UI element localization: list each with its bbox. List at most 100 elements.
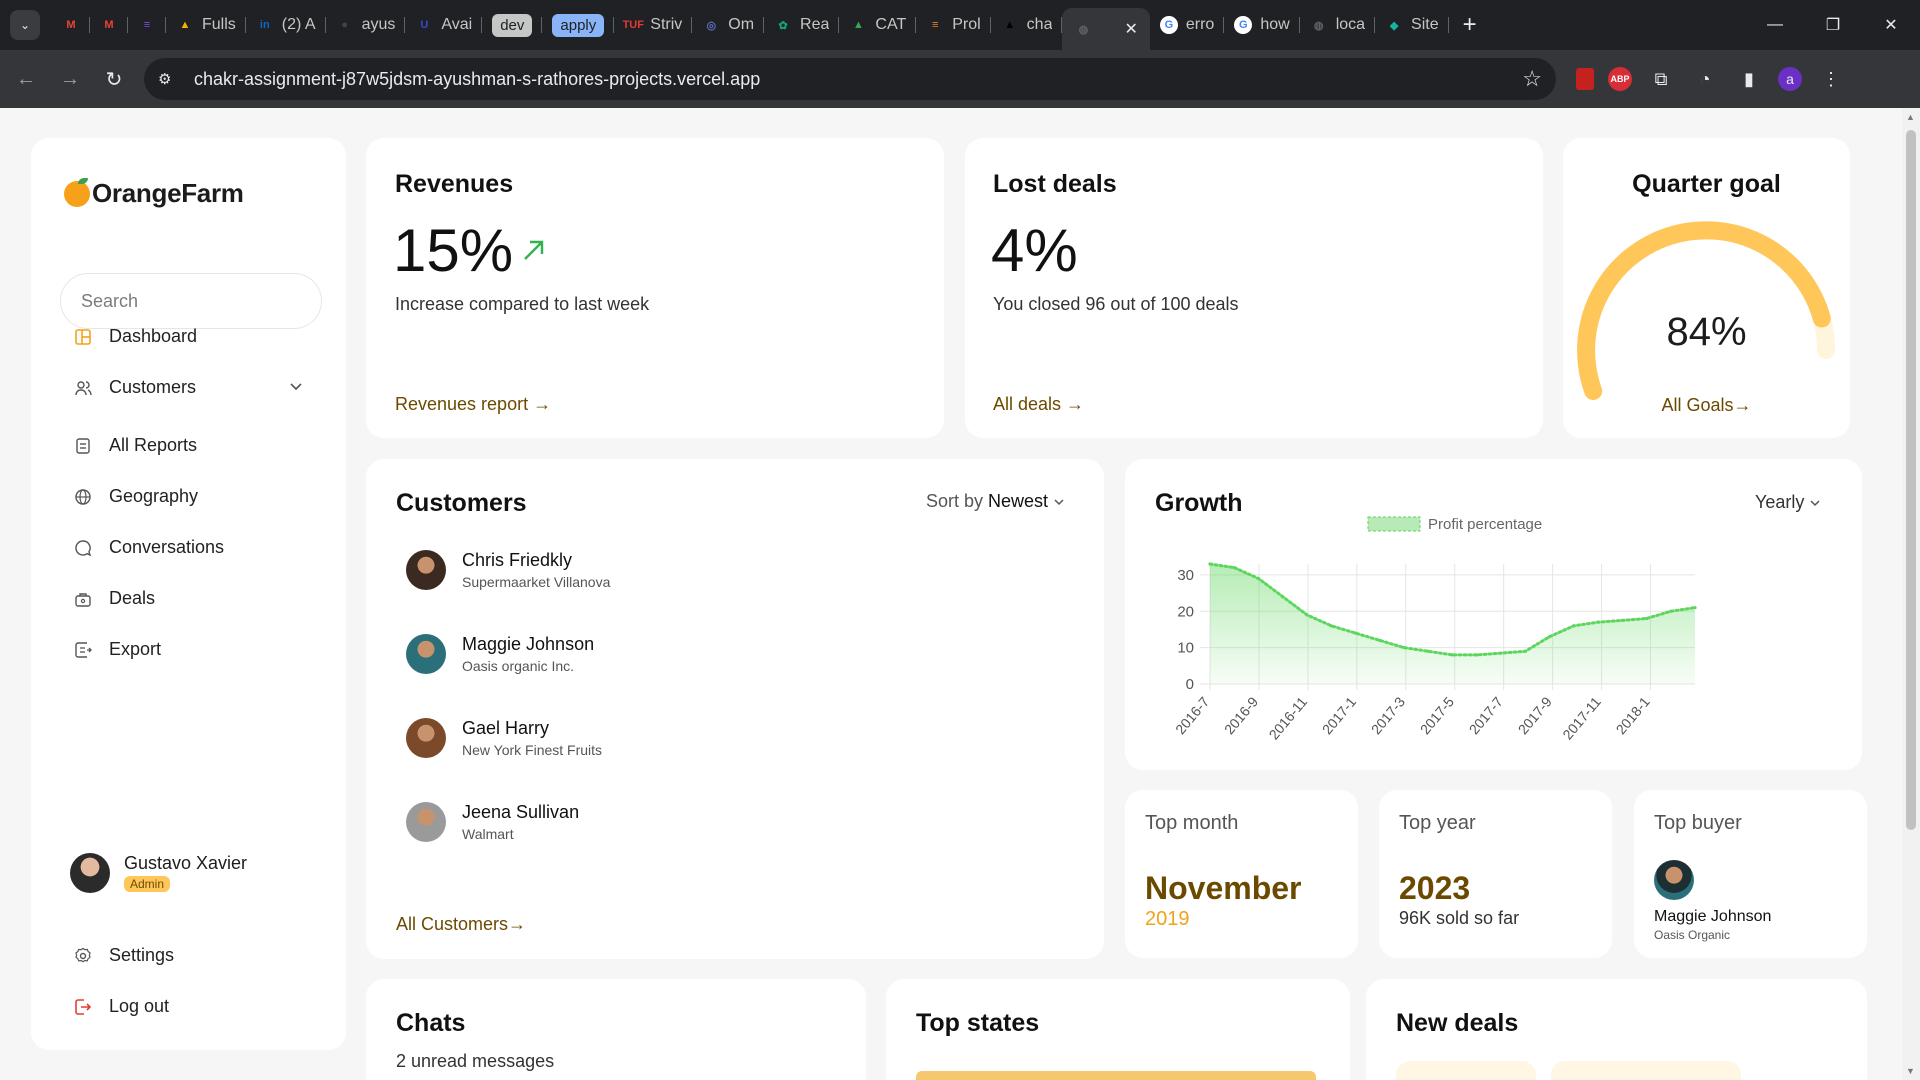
page-scrollbar[interactable]: ▲ ▼ — [1902, 108, 1920, 1080]
card-title: Customers — [396, 489, 527, 517]
data-point — [1572, 624, 1576, 628]
browser-tab[interactable]: ▲ CAT — [839, 6, 917, 44]
revenues-report-link[interactable]: Revenues report → — [395, 394, 551, 415]
github-icon: ● — [341, 19, 348, 31]
tab-group-label[interactable]: apply — [552, 13, 605, 37]
browser-tab[interactable]: U Avai — [405, 6, 483, 44]
omnibox[interactable]: ⚙ chakr-assignment-j87w5jdsm-ayushman-s-… — [144, 58, 1556, 100]
brand-logo[interactable]: OrangeFarm — [64, 177, 244, 209]
tab-title: ayus — [361, 16, 396, 33]
google-icon: G — [1234, 16, 1253, 34]
pdf-extension-icon[interactable] — [1576, 68, 1594, 90]
sidebar-item-label: Dashboard — [109, 326, 198, 346]
scrollbar-thumb[interactable] — [1906, 130, 1916, 830]
sidebar-item-conversations[interactable]: Conversations — [73, 537, 303, 558]
user-profile[interactable]: Gustavo Xavier Admin — [70, 853, 247, 893]
x-tick-label: 2017-5 — [1417, 693, 1457, 737]
sidebar: OrangeFarm Dashboard Customers All Repor… — [31, 138, 346, 1050]
data-point — [1475, 653, 1479, 657]
browser-tab[interactable]: ▲ Fulls — [166, 6, 246, 44]
data-point — [1426, 649, 1430, 653]
data-point — [1450, 653, 1455, 657]
sidebar-item-label: All Reports — [109, 435, 198, 455]
browser-tab[interactable]: ◎ Om — [692, 6, 764, 44]
all-customers-link[interactable]: All Customers→ — [396, 914, 526, 935]
browser-tab[interactable]: ◍ ✕ — [1062, 8, 1150, 50]
browser-tab[interactable]: ◆ Site — [1375, 6, 1449, 44]
browser-tab[interactable]: Ghow — [1224, 6, 1301, 44]
customer-row[interactable]: Jeena Sullivan Walmart — [406, 802, 579, 842]
customer-name: Jeena Sullivan — [462, 802, 580, 822]
card-title: New deals — [1396, 1009, 1519, 1037]
browser-tab[interactable]: ✿ Rea — [764, 6, 840, 44]
sort-dropdown[interactable]: Sort by Newest — [926, 491, 1065, 512]
top-buyer-company: Oasis Organic — [1654, 928, 1731, 942]
browser-tab[interactable]: ≡ Prol — [916, 6, 992, 44]
close-window-icon[interactable]: ✕ — [1862, 0, 1920, 50]
customer-row[interactable]: Gael Harry New York Finest Fruits — [406, 718, 602, 758]
chevron-down-icon[interactable] — [289, 377, 303, 398]
chats-card: Chats 2 unread messages — [366, 979, 866, 1080]
sidebar-item-customers[interactable]: Customers — [73, 377, 303, 398]
tab-strip: M M ≡ ▲ Fulls in (2) A ● ayus U Avai dev apply TUF Str… — [52, 0, 1449, 50]
sidebar-item-all-reports[interactable]: All Reports — [73, 435, 303, 456]
sidebar-item-logout[interactable]: Log out — [73, 996, 303, 1017]
browser-tab[interactable]: dev — [482, 6, 543, 44]
forward-icon[interactable]: → — [52, 61, 88, 97]
data-point — [1305, 613, 1309, 617]
browser-tab[interactable]: Gerro — [1150, 6, 1225, 44]
sidebar-item-deals[interactable]: Deals — [73, 588, 303, 609]
extensions-area: ABP ⧉ ◔ ▮ a ⋮ — [1576, 64, 1846, 94]
data-point — [1644, 616, 1649, 621]
browser-tab[interactable]: in (2) A — [246, 6, 326, 44]
customer-row[interactable]: Chris Friedkly Supermaarket Villanova — [406, 550, 610, 590]
url-text[interactable]: chakr-assignment-j87w5jdsm-ayushman-s-ra… — [194, 69, 1522, 90]
tab-search-button[interactable]: ⌄ — [10, 10, 40, 40]
browser-tab[interactable]: ◍ loca — [1300, 6, 1376, 44]
logout-icon — [73, 997, 93, 1017]
adblock-icon[interactable]: ABP — [1608, 67, 1632, 91]
customer-company: Walmart — [462, 826, 514, 842]
sidebar-item-dashboard[interactable]: Dashboard — [73, 326, 303, 347]
x-tick-label: 2017-9 — [1515, 693, 1555, 737]
scroll-down-icon[interactable]: ▼ — [1906, 1066, 1915, 1076]
profile-avatar[interactable]: a — [1778, 67, 1802, 91]
browser-tab[interactable]: TUF Striv — [614, 6, 693, 44]
reload-icon[interactable]: ↻ — [96, 61, 132, 97]
browser-tab[interactable]: M — [52, 6, 90, 44]
all-deals-link[interactable]: All deals → — [993, 394, 1084, 415]
browser-menu-icon[interactable]: ⋮ — [1816, 64, 1846, 94]
sidebar-item-export[interactable]: Export — [73, 639, 303, 660]
browser-tab-bar: ⌄ M M ≡ ▲ Fulls in (2) A ● ayus U Avai dev apply TUF S… — [0, 0, 1920, 50]
browser-tab[interactable]: ▲ cha — [991, 6, 1063, 44]
address-bar: ← → ↻ ⚙ chakr-assignment-j87w5jdsm-ayush… — [0, 50, 1920, 108]
browser-tab[interactable]: M — [90, 6, 128, 44]
tab-group-label[interactable]: dev — [492, 13, 533, 37]
deal-chip[interactable] — [1551, 1061, 1741, 1080]
x-tick-label: 2016-11 — [1266, 693, 1311, 742]
new-tab-button[interactable]: + — [1463, 11, 1477, 39]
back-icon[interactable]: ← — [8, 61, 44, 97]
browser-tab[interactable]: apply — [542, 6, 615, 44]
sidebar-item-geography[interactable]: Geography — [73, 486, 303, 507]
customer-row[interactable]: Maggie Johnson Oasis organic Inc. — [406, 634, 594, 674]
performance-icon[interactable]: ◔ — [1690, 64, 1720, 94]
avatar — [406, 718, 446, 758]
minimize-icon[interactable]: — — [1746, 0, 1804, 50]
restore-icon[interactable]: ❐ — [1804, 0, 1862, 50]
side-panel-icon[interactable]: ▮ — [1734, 64, 1764, 94]
site-info-icon[interactable]: ⚙ — [158, 70, 182, 88]
sidebar-item-label: Deals — [109, 588, 156, 608]
deal-chip[interactable] — [1396, 1061, 1536, 1080]
top-month-value: November — [1145, 870, 1302, 906]
bookmark-star-icon[interactable]: ☆ — [1522, 66, 1542, 92]
extensions-puzzle-icon[interactable]: ⧉ — [1646, 64, 1676, 94]
scroll-up-icon[interactable]: ▲ — [1906, 112, 1915, 122]
x-tick-label: 2017-3 — [1368, 693, 1408, 737]
close-tab-icon[interactable]: ✕ — [1124, 19, 1137, 39]
search-input[interactable] — [60, 273, 322, 329]
browser-tab[interactable]: ≡ — [128, 6, 166, 44]
all-goals-link[interactable]: All Goals→ — [1563, 395, 1850, 416]
sidebar-item-settings[interactable]: Settings — [73, 945, 303, 966]
browser-tab[interactable]: ● ayus — [326, 6, 406, 44]
